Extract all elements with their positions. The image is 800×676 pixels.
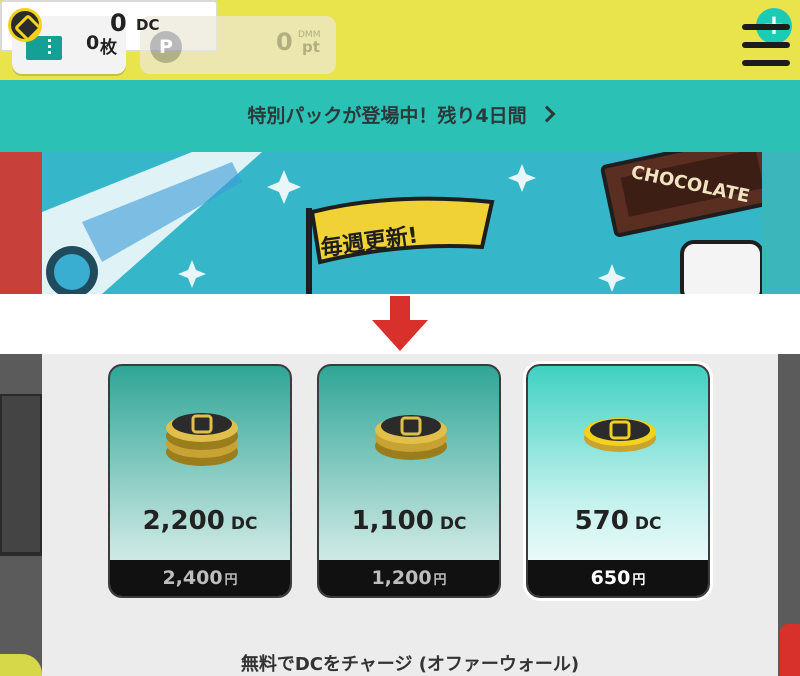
prev-banner-edge	[0, 152, 42, 294]
dc-pack-card-selected[interactable]: 570 DC 650 円	[523, 361, 713, 601]
coin-stack-icon	[166, 413, 238, 466]
dc-unit: DC	[136, 16, 160, 34]
pack-amount: 1,100 DC	[351, 506, 467, 536]
dc-pack-card[interactable]: 1,100 DC 1,200 円	[317, 364, 501, 598]
ticket-count: 0	[86, 32, 100, 54]
pack-price: 650 円	[528, 560, 708, 596]
yellow-edge	[0, 654, 42, 676]
divider	[0, 554, 42, 556]
pack-amount: 2,200 DC	[142, 506, 258, 536]
pack-price: 1,200 円	[319, 560, 499, 596]
coin-stack-icon	[375, 415, 447, 460]
charge-screen: 2,200 DC 2,400 円 1,100 DC 1,200 円 570 DC 650	[0, 354, 800, 676]
down-arrow-icon	[372, 296, 428, 351]
dc-pack-card[interactable]: 2,200 DC 2,400 円	[108, 364, 292, 598]
pack-amount: 570 DC	[574, 506, 662, 536]
announcement-text: 特別パックが登場中！残り4日間	[247, 105, 527, 127]
points-icon: P	[150, 31, 182, 63]
coin-icon	[584, 418, 656, 452]
announcement-bar[interactable]: 特別パックが登場中！残り4日間	[0, 80, 800, 152]
next-banner-edge	[762, 152, 800, 294]
points-value: 0	[276, 28, 293, 56]
points-label-bottom: pt	[302, 38, 320, 56]
chevron-right-icon	[538, 105, 556, 123]
header-bar: 0 枚 P 0 DMM pt 0 DC +	[0, 0, 800, 80]
dc-value: 0	[110, 9, 127, 37]
banner-artwork: 毎週更新! CHOCOLATE	[42, 152, 785, 294]
dc-coin-icon	[8, 8, 42, 42]
pack-price: 2,400 円	[110, 560, 290, 596]
points-balance[interactable]: P 0 DMM pt	[140, 16, 336, 74]
offerwall-link[interactable]: 無料でDCをチャージ (オファーウォール)	[42, 650, 778, 676]
transition-strip	[0, 294, 800, 354]
side-badge	[780, 624, 800, 676]
pack-panel: 2,200 DC 2,400 円 1,100 DC 1,200 円 570 DC 650	[42, 354, 778, 676]
app-screen-top: 0 枚 P 0 DMM pt 0 DC + 特別パックが登場中！残り4日間	[0, 0, 800, 294]
menu-icon[interactable]	[742, 24, 790, 66]
promo-banner[interactable]: 毎週更新! CHOCOLATE	[0, 152, 800, 294]
left-dim-edge	[0, 394, 42, 554]
